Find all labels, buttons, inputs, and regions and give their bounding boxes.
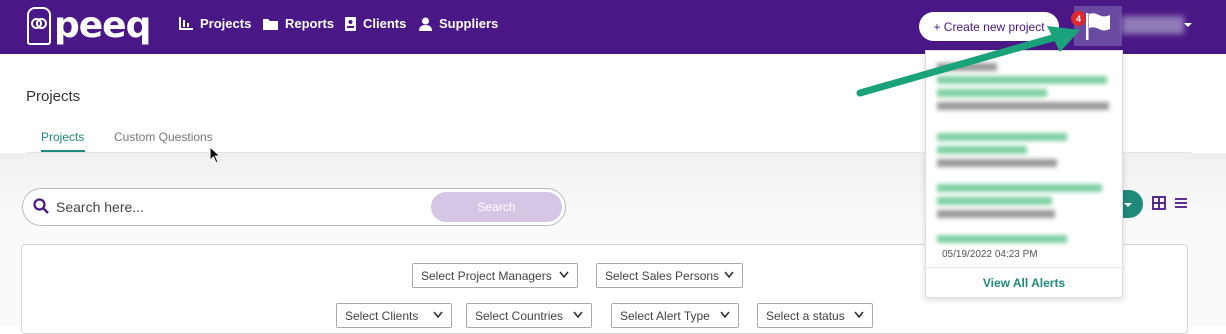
select-status[interactable]: Select a status	[757, 303, 873, 328]
user-name-blurred[interactable]	[1122, 16, 1184, 34]
mouse-cursor-icon	[209, 146, 221, 164]
chevron-down-icon	[433, 311, 443, 319]
alert-blurred-line	[937, 235, 1067, 243]
select-countries[interactable]: Select Countries	[466, 303, 592, 328]
search-button[interactable]: Search	[431, 192, 562, 222]
chevron-down-icon	[573, 311, 583, 319]
brand-name: peeq	[54, 5, 151, 46]
search-input[interactable]	[56, 194, 446, 220]
nav-suppliers[interactable]: Suppliers	[419, 16, 498, 31]
alert-item[interactable]	[937, 235, 1113, 248]
select-status-label: Select a status	[766, 308, 845, 323]
select-alert-type[interactable]: Select Alert Type	[611, 303, 739, 328]
alert-blurred-line	[937, 197, 1052, 205]
alert-blurred-line	[937, 184, 1102, 192]
select-project-managers-label: Select Project Managers	[421, 268, 552, 283]
page-title: Projects	[26, 88, 81, 105]
nav-reports[interactable]: Reports	[263, 16, 334, 31]
alert-blurred-line	[937, 210, 1055, 218]
owl-logo-icon	[27, 7, 51, 45]
nav-projects[interactable]: Projects	[179, 16, 251, 31]
nav-clients[interactable]: Clients	[345, 16, 406, 31]
alert-blurred-line	[937, 146, 1027, 154]
select-alert-type-label: Select Alert Type	[620, 308, 710, 323]
user-icon	[419, 17, 432, 31]
user-menu-caret-icon[interactable]	[1184, 23, 1192, 27]
chevron-down-icon	[720, 311, 730, 319]
grid-view-icon[interactable]	[1152, 196, 1166, 210]
view-all-alerts-link[interactable]: View All Alerts	[926, 267, 1122, 298]
chevron-down-icon	[724, 271, 734, 279]
alert-item[interactable]	[937, 184, 1113, 223]
select-countries-label: Select Countries	[475, 308, 564, 323]
annotation-arrow-icon	[856, 26, 1080, 97]
flag-icon	[1086, 13, 1110, 40]
alert-blurred-line	[937, 102, 1109, 110]
alert-blurred-line	[937, 159, 1057, 167]
tab-projects[interactable]: Projects	[41, 130, 84, 144]
folder-icon	[263, 18, 278, 30]
search-bar: Search	[22, 188, 566, 226]
select-sales-persons-label: Select Sales Persons	[605, 268, 720, 283]
select-sales-persons[interactable]: Select Sales Persons	[596, 263, 743, 288]
nav-projects-label: Projects	[200, 16, 252, 31]
alert-date-partial: 05/19/2022 04:23 PM	[942, 249, 1038, 260]
select-clients-label: Select Clients	[345, 308, 419, 323]
alert-count-badge: 4	[1071, 11, 1086, 26]
alert-blurred-line	[937, 133, 1067, 141]
alert-item[interactable]	[937, 133, 1113, 172]
select-clients[interactable]: Select Clients	[336, 303, 452, 328]
list-view-icon[interactable]	[1174, 196, 1188, 210]
nav-clients-label: Clients	[363, 16, 407, 31]
id-card-icon	[345, 16, 356, 31]
nav-suppliers-label: Suppliers	[439, 16, 499, 31]
nav-reports-label: Reports	[285, 16, 335, 31]
tab-custom-questions[interactable]: Custom Questions	[114, 130, 213, 144]
peeq-logo[interactable]: peeq	[27, 5, 151, 46]
select-project-managers[interactable]: Select Project Managers	[412, 263, 578, 288]
chevron-down-icon	[854, 311, 864, 319]
chevron-down-icon	[559, 271, 569, 279]
search-icon	[33, 198, 49, 214]
bar-chart-icon	[179, 17, 193, 30]
